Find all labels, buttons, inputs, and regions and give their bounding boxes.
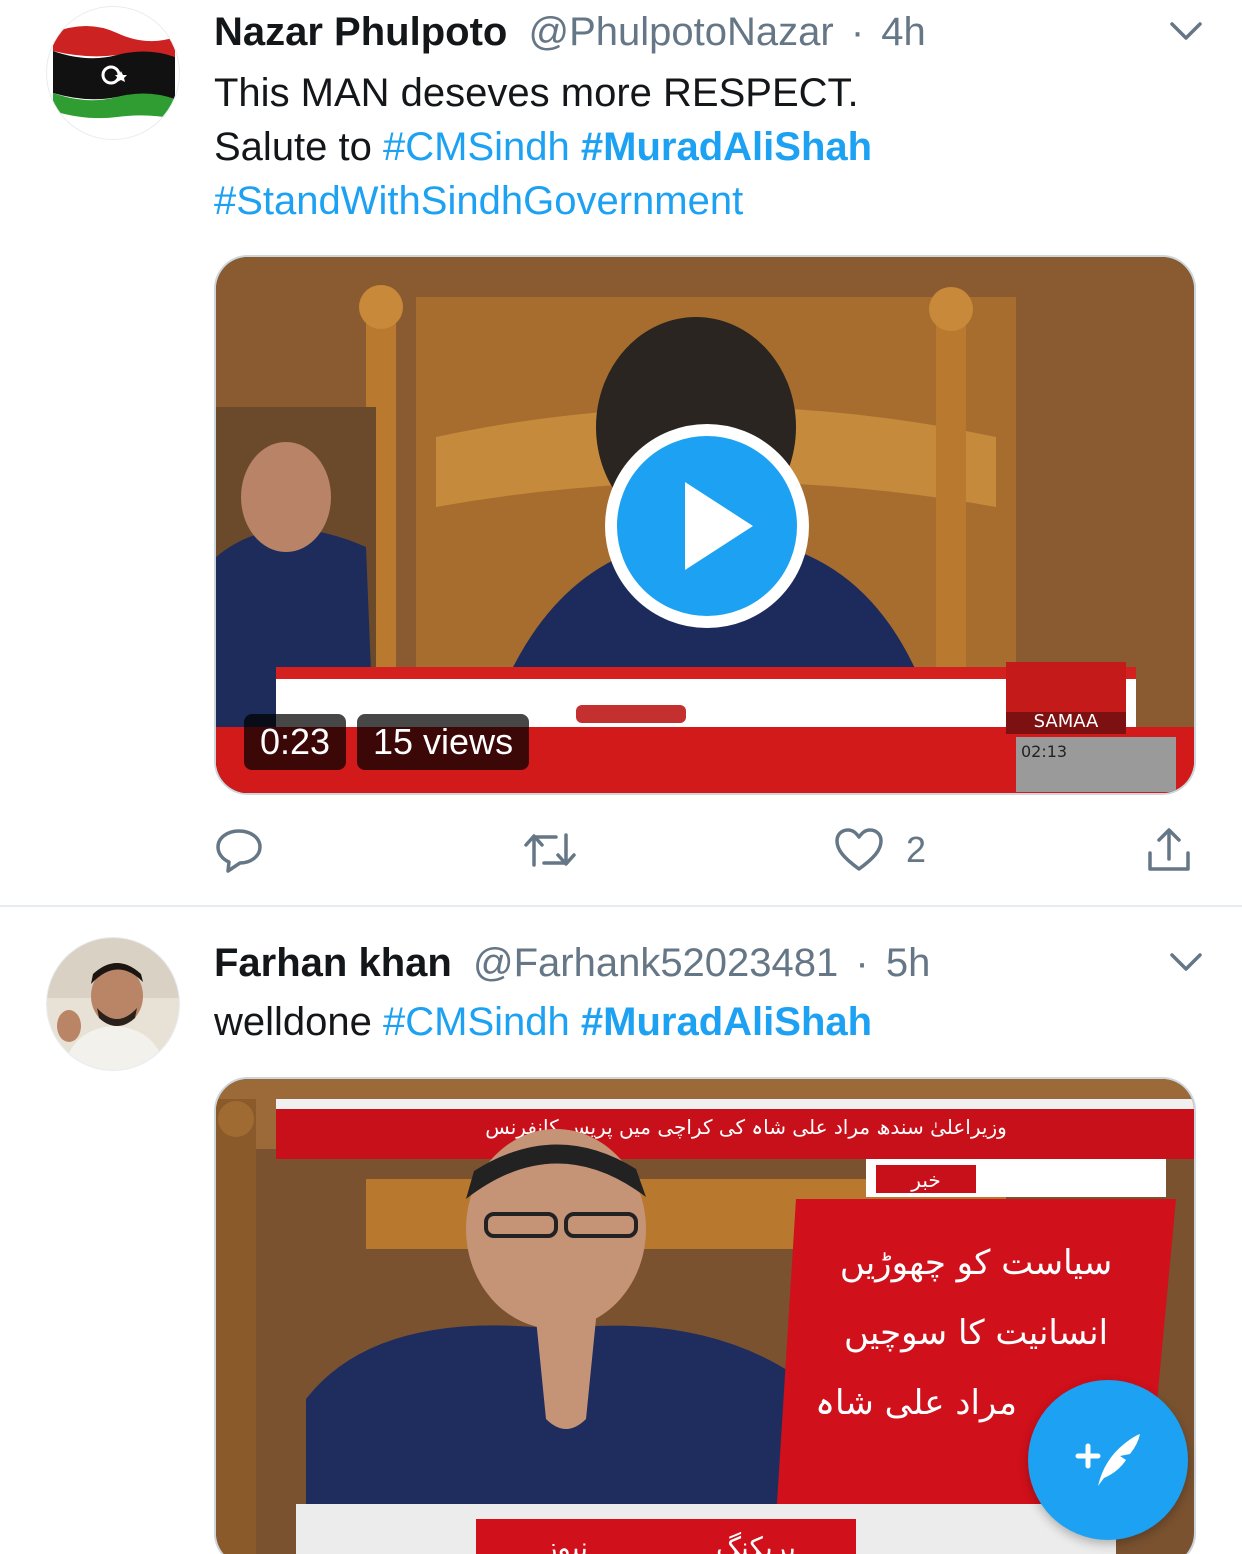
tweet-text: This MAN deseves more RESPECT. Salute to…: [214, 66, 1204, 228]
compose-tweet-button[interactable]: [1028, 1380, 1188, 1540]
like-count: 2: [906, 829, 927, 870]
news-headline-line: مراد علی شاہ: [815, 1383, 1017, 1423]
author-handle[interactable]: @PhulpotoNazar: [528, 10, 833, 54]
tweet-actions: 2: [214, 820, 1204, 880]
like-button[interactable]: 2: [834, 820, 926, 880]
tweet-header: Nazar Phulpoto @PhulpotoNazar · 4h: [214, 8, 926, 56]
retweet-icon: [524, 833, 576, 867]
hashtag-link[interactable]: #CMSindh: [383, 125, 570, 169]
tweet-time: 5h: [885, 941, 931, 985]
tweet-time: 4h: [881, 10, 926, 54]
tweet-text-line: This MAN deseves more RESPECT.: [214, 71, 859, 115]
chevron-down-icon[interactable]: [1166, 10, 1206, 50]
channel-logo-text: SAMAA: [1034, 711, 1099, 732]
author-handle[interactable]: @Farhank52023481: [473, 941, 838, 985]
reply-button[interactable]: [214, 820, 264, 880]
news-headline-line: سیاست کو چھوڑیں: [840, 1243, 1112, 1283]
video-duration-badge: 0:23: [244, 714, 347, 770]
separator-dot: ·: [855, 941, 869, 985]
reply-icon: [216, 829, 262, 873]
news-headline-line: انسانیت کا سوچیں: [844, 1313, 1108, 1353]
author-name[interactable]: Nazar Phulpoto: [214, 10, 507, 54]
hashtag-link[interactable]: #MuradAliShah: [581, 125, 872, 169]
share-button[interactable]: [1144, 820, 1194, 880]
video-player[interactable]: SAMAA 02:13 0:23 15 views: [214, 255, 1196, 795]
avatar[interactable]: [46, 937, 180, 1071]
tweet[interactable]: Nazar Phulpoto @PhulpotoNazar · 4h This …: [0, 0, 1242, 905]
avatar[interactable]: [46, 6, 180, 140]
retweet-button[interactable]: [522, 820, 578, 880]
hashtag-link[interactable]: #CMSindh: [383, 1000, 570, 1044]
tweet-header: Farhan khan @Farhank52023481 · 5h: [214, 939, 930, 987]
play-icon[interactable]: [605, 424, 809, 628]
tweet-text-line: Salute to #CMSindh #MuradAliShah: [214, 120, 1204, 174]
broadcast-clock: 02:13: [1021, 742, 1067, 761]
text-fragment: Salute to: [214, 125, 384, 169]
text-fragment: welldone: [214, 1000, 384, 1044]
compose-tweet-icon: [1075, 1434, 1140, 1486]
hashtag-link[interactable]: #MuradAliShah: [581, 1000, 872, 1044]
news-label-bottom: نیوز: [542, 1531, 588, 1554]
video-views-badge: 15 views: [357, 714, 530, 770]
share-icon: [1148, 828, 1190, 871]
tweet-text: welldone #CMSindh #MuradAliShah: [214, 995, 1204, 1049]
news-label: خبر: [910, 1168, 940, 1192]
author-name[interactable]: Farhan khan: [214, 941, 452, 985]
hashtag-link[interactable]: #StandWithSindhGovernment: [214, 174, 1204, 228]
chevron-down-icon[interactable]: [1166, 941, 1206, 981]
separator-dot: ·: [850, 10, 865, 54]
like-icon: [835, 828, 883, 871]
breaking-label: بریکنگ: [716, 1531, 796, 1554]
